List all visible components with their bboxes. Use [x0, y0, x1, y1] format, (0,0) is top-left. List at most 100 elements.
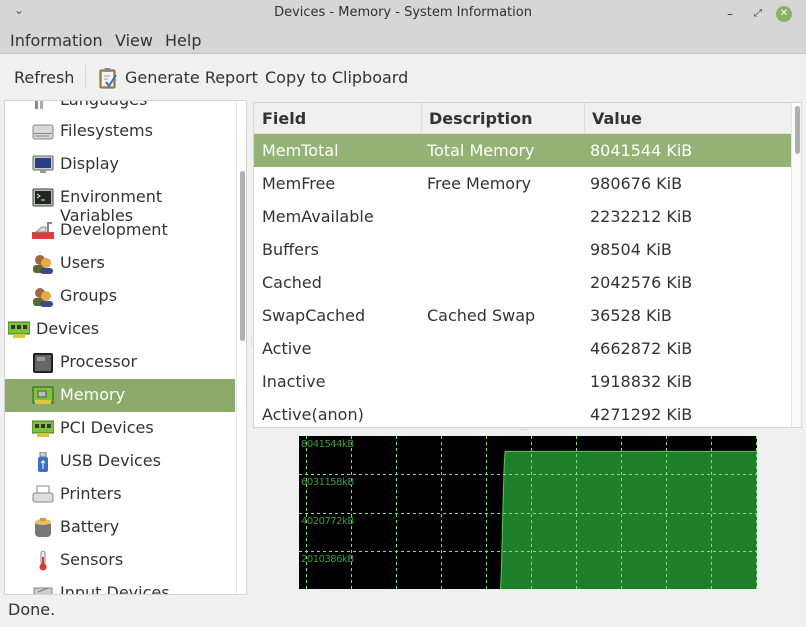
cell-value: 2232212 KiB: [590, 207, 693, 226]
cell-field: Buffers: [262, 240, 319, 259]
sidebar-item-usb-devices[interactable]: USB Devices: [5, 445, 235, 478]
table-row[interactable]: Cached 2042576 KiB: [254, 266, 791, 299]
table-row[interactable]: Buffers 98504 KiB: [254, 233, 791, 266]
sidebar-item-label: Groups: [60, 286, 118, 305]
development-icon: [32, 222, 54, 239]
sidebar-item-development[interactable]: Development: [5, 214, 235, 247]
table-row[interactable]: MemTotal Total Memory 8041544 KiB: [254, 134, 791, 167]
table-scrollbar[interactable]: [791, 103, 801, 427]
menu-help[interactable]: Help: [165, 31, 201, 50]
sidebar-item-display[interactable]: Display: [5, 148, 235, 181]
table-row[interactable]: Active 4662872 KiB: [254, 332, 791, 365]
close-icon[interactable]: ✕: [776, 6, 792, 22]
table-header: Field Description Value: [254, 103, 791, 134]
cell-field: Active(anon): [262, 405, 364, 424]
chart-canvas: [299, 436, 757, 589]
column-separator[interactable]: [584, 103, 585, 134]
sidebar-item-label: Sensors: [60, 550, 124, 569]
sidebar-item-sensors[interactable]: Sensors: [5, 544, 235, 577]
y-tick-label: 4020772kB: [301, 516, 354, 527]
sidebar-item-pci-devices[interactable]: PCI Devices: [5, 412, 235, 445]
sidebar-item-printers[interactable]: Printers: [5, 478, 235, 511]
memory-details-table: Field Description Value MemTotal Total M…: [253, 102, 802, 428]
y-tick-label: 6031158kB: [301, 477, 354, 488]
cell-value: 36528 KiB: [590, 306, 672, 325]
cell-field: Inactive: [262, 372, 326, 391]
sidebar-tree[interactable]: Languages Filesystems Display Environmen…: [4, 100, 247, 595]
devices-board-icon: [8, 321, 30, 338]
cell-description: Cached Swap: [427, 306, 536, 325]
sidebar-item-memory[interactable]: Memory: [5, 379, 235, 412]
table-row[interactable]: Inactive 1918832 KiB: [254, 365, 791, 398]
sidebar-item-label: Development: [60, 220, 168, 239]
maximize-icon[interactable]: ⤢: [750, 6, 766, 22]
sidebar-item-filesystems[interactable]: Filesystems: [5, 115, 235, 148]
y-tick-label: 2010386kB: [301, 554, 354, 565]
table-row[interactable]: MemFree Free Memory 980676 KiB: [254, 167, 791, 200]
cell-field: SwapCached: [262, 306, 366, 325]
menu-view[interactable]: View: [115, 31, 153, 50]
title-bar: ⌄ Devices - Memory - System Information …: [0, 0, 806, 28]
cell-value: 2042576 KiB: [590, 273, 693, 292]
refresh-button[interactable]: Refresh: [14, 68, 74, 87]
sidebar-item-label: Printers: [60, 484, 122, 503]
generate-report-button[interactable]: Generate Report: [125, 68, 258, 87]
column-header-description[interactable]: Description: [429, 109, 532, 128]
table-row[interactable]: Active(anon) 4271292 KiB: [254, 398, 791, 427]
toolbar: Refresh Generate Report Copy to Clipboar…: [0, 55, 806, 99]
battery-icon: [35, 518, 51, 537]
menu-information[interactable]: Information: [10, 31, 103, 50]
sidebar-item-label: USB Devices: [60, 451, 161, 470]
sidebar-item-devices[interactable]: Devices: [5, 313, 235, 346]
pane-splitter-handle[interactable]: ⋮: [248, 338, 256, 354]
table-row[interactable]: SwapCached Cached Swap 36528 KiB: [254, 299, 791, 332]
pane-splitter-handle[interactable]: ⋯: [520, 425, 529, 434]
memory-usage-area: [299, 451, 757, 589]
sidebar-item-label: Memory: [60, 385, 126, 404]
clipboard-report-icon[interactable]: [98, 67, 118, 89]
column-separator[interactable]: [421, 103, 422, 134]
sidebar-item-label: Input Devices: [60, 583, 170, 595]
usb-icon: [38, 452, 48, 472]
cell-value: 4662872 KiB: [590, 339, 693, 358]
thermometer-icon: [39, 551, 47, 571]
column-header-field[interactable]: Field: [262, 109, 306, 128]
sidebar-item-battery[interactable]: Battery: [5, 511, 235, 544]
toolbar-separator: [85, 65, 86, 89]
window-title: Devices - Memory - System Information: [274, 5, 532, 20]
cell-value: 98504 KiB: [590, 240, 672, 259]
sidebar-scrollbar-thumb[interactable]: [240, 171, 245, 341]
cell-value: 1918832 KiB: [590, 372, 693, 391]
sidebar-item-label: Processor: [60, 352, 138, 371]
sidebar-item-label: Battery: [60, 517, 120, 536]
sidebar-scrollbar[interactable]: [236, 101, 246, 594]
column-header-value[interactable]: Value: [592, 109, 642, 128]
table-scrollbar-thumb[interactable]: [795, 106, 800, 154]
sidebar-item-label: PCI Devices: [60, 418, 154, 437]
table-row[interactable]: MemAvailable 2232212 KiB: [254, 200, 791, 233]
cell-field: MemFree: [262, 174, 336, 193]
pci-board-icon: [32, 420, 54, 437]
sidebar-item-processor[interactable]: Processor: [5, 346, 235, 379]
drive-icon: [32, 124, 54, 140]
cell-value: 4271292 KiB: [590, 405, 693, 424]
monitor-icon: [32, 155, 54, 173]
minimize-icon[interactable]: –: [722, 6, 738, 22]
menu-bar: Information View Help: [0, 28, 806, 54]
sidebar-item-environment-variables[interactable]: Environment Variables: [5, 181, 235, 225]
cell-field: Cached: [262, 273, 322, 292]
sidebar-item-input-devices[interactable]: Input Devices: [5, 577, 235, 595]
memory-icon: [32, 386, 54, 404]
copy-to-clipboard-button[interactable]: Copy to Clipboard: [265, 68, 408, 87]
status-bar: Done.: [0, 597, 806, 627]
cell-value: 980676 KiB: [590, 174, 683, 193]
memory-usage-chart: 8041544kB 6031158kB 4020772kB 2010386kB: [299, 436, 757, 589]
cell-description: Free Memory: [427, 174, 532, 193]
printer-icon: [32, 485, 54, 503]
terminal-icon: [32, 188, 54, 207]
sidebar-item-groups[interactable]: Groups: [5, 280, 235, 313]
y-tick-label: 8041544kB: [301, 439, 354, 450]
users-icon: [33, 255, 53, 274]
sidebar-item-users[interactable]: Users: [5, 247, 235, 280]
cell-description: Total Memory: [427, 141, 535, 160]
